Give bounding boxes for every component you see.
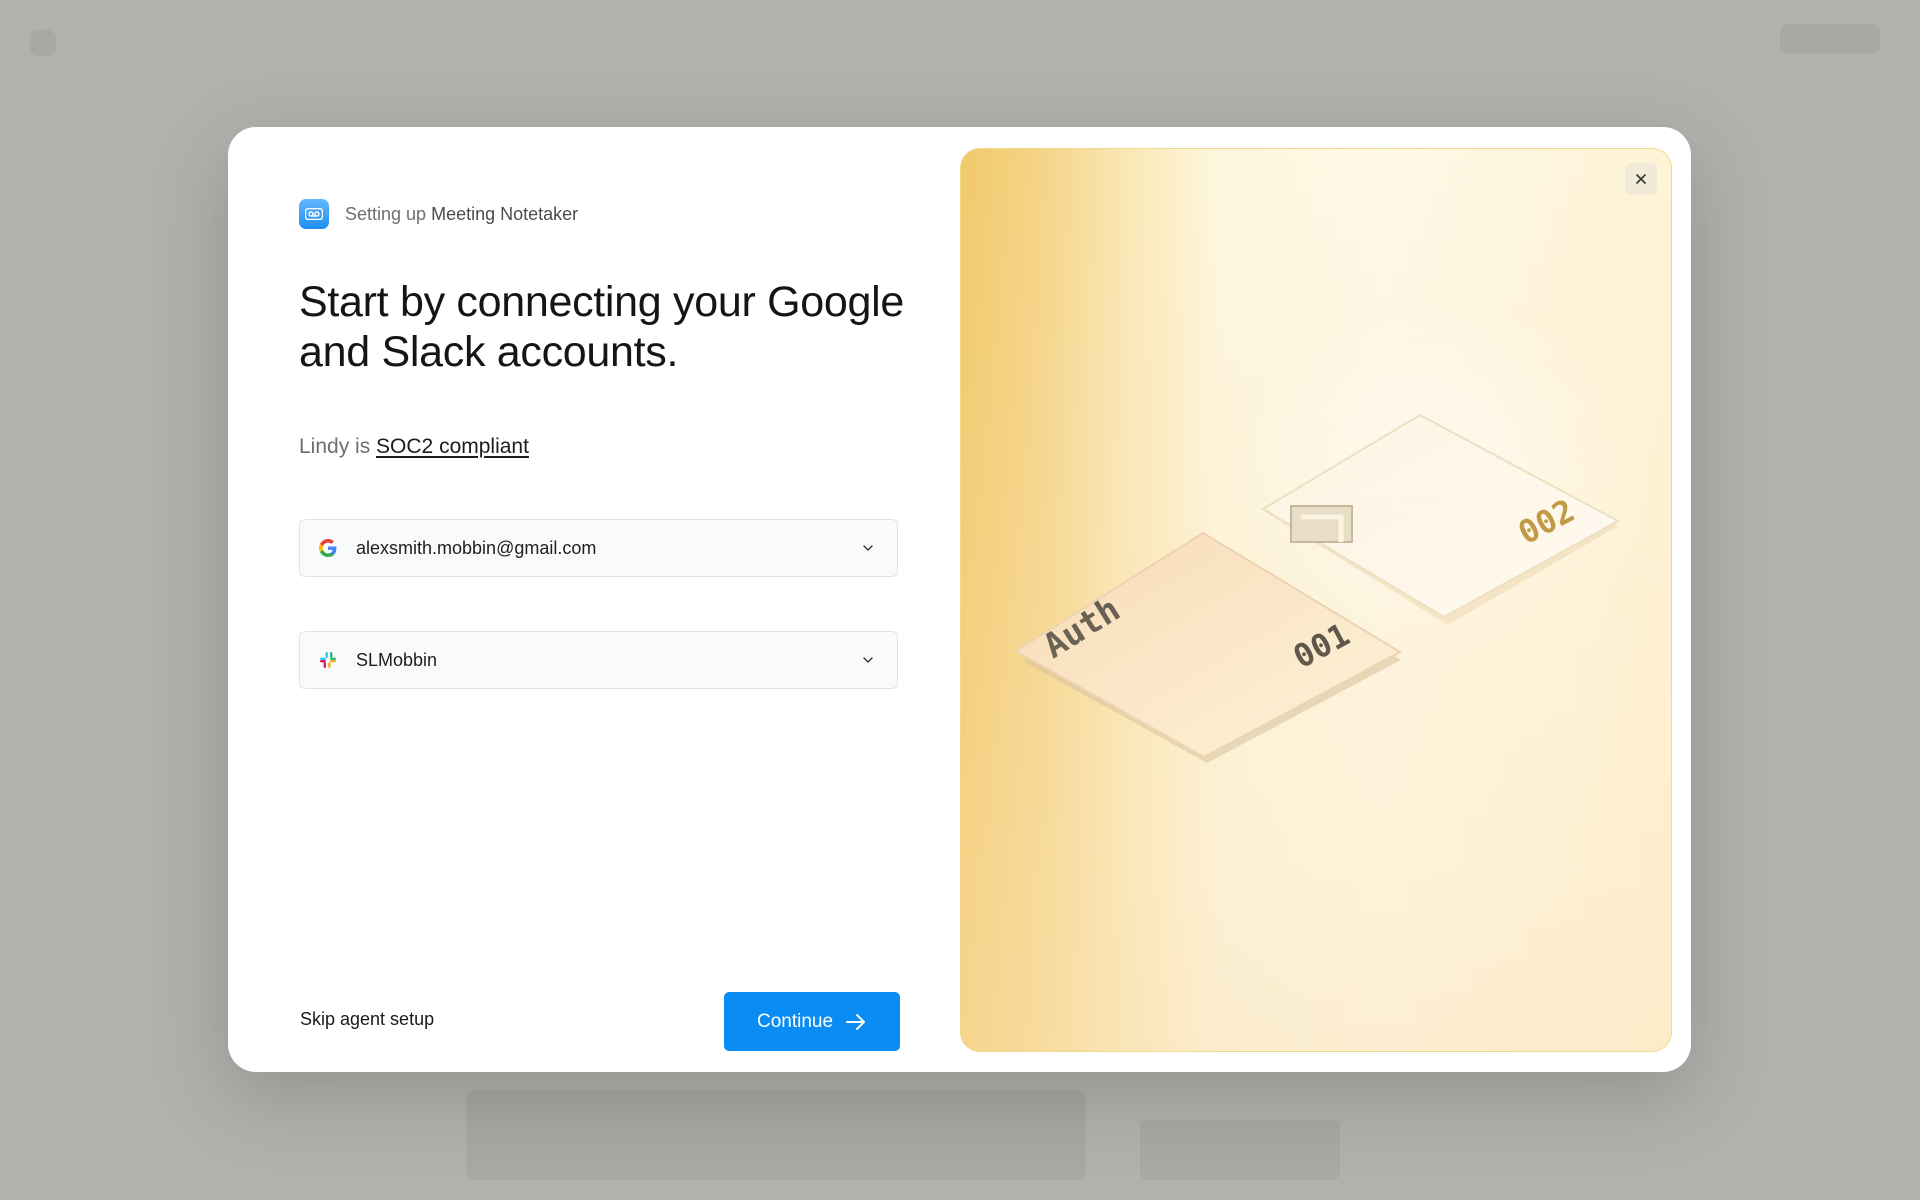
setup-prefix: Setting up <box>345 203 427 224</box>
close-modal-button[interactable] <box>1625 163 1657 195</box>
card-001: Auth 001 <box>1014 531 1403 763</box>
slack-account-select[interactable]: SLMobbin <box>299 631 898 689</box>
chevron-down-icon <box>863 545 873 551</box>
auth-cards-illustration: 002 Auth 001 <box>1014 413 1621 763</box>
illustration-panel: 002 Auth 001 <box>960 148 1672 1052</box>
voicemail-icon <box>299 199 329 229</box>
close-icon <box>1636 174 1646 184</box>
chevron-down-icon <box>863 657 873 663</box>
slack-icon <box>318 650 338 670</box>
continue-label: Continue <box>756 1010 834 1032</box>
soc2-compliance-link[interactable]: SOC2 compliant <box>376 435 529 458</box>
google-icon <box>318 538 338 558</box>
setup-header: Setting up Meeting Notetaker <box>299 198 578 230</box>
agent-setup-modal: Setting up Meeting Notetaker Start by co… <box>228 127 1691 1072</box>
slack-account-value: SLMobbin <box>356 649 438 670</box>
skip-agent-setup-link[interactable]: Skip agent setup <box>300 1009 434 1030</box>
compliance-note: Lindy is SOC2 compliant <box>299 435 529 459</box>
continue-button[interactable]: Continue <box>724 992 900 1051</box>
arrow-right-icon <box>846 1013 866 1030</box>
compliance-prefix: Lindy is <box>299 435 371 458</box>
google-account-value: alexsmith.mobbin@gmail.com <box>356 537 597 558</box>
setup-caption: Setting up Meeting Notetaker <box>345 204 578 225</box>
agent-name: Meeting Notetaker <box>431 203 579 224</box>
page-title: Start by connecting your Google and Slac… <box>299 278 905 376</box>
google-account-select[interactable]: alexsmith.mobbin@gmail.com <box>299 519 898 577</box>
card-002: 002 <box>1261 413 1621 625</box>
